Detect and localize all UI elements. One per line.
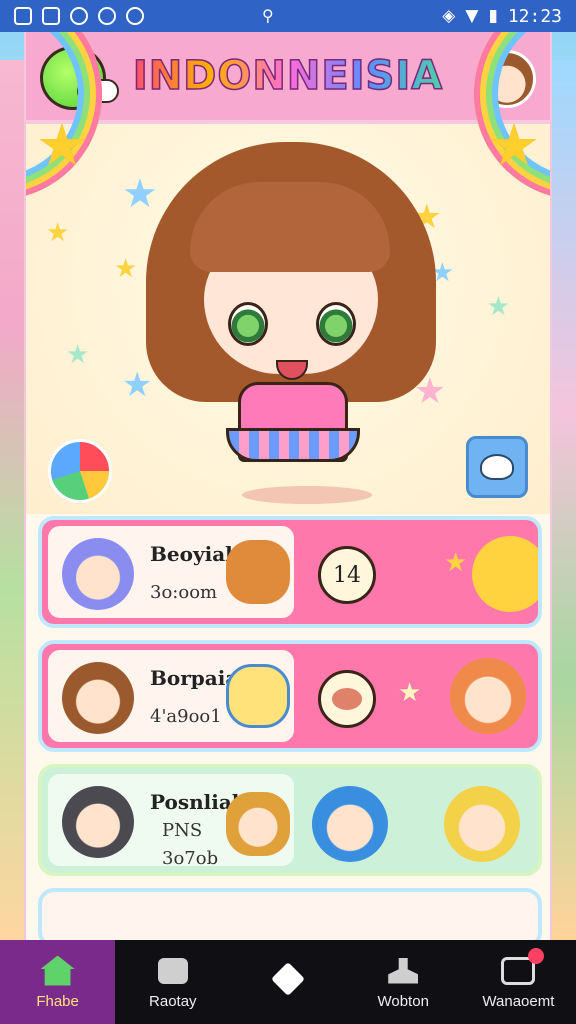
status-icons-left bbox=[14, 7, 144, 25]
card-detail: 3o7ob bbox=[162, 848, 219, 869]
box-icon bbox=[270, 962, 306, 996]
nav-label: Raotay bbox=[149, 992, 197, 1010]
notification-icon: ⚲ bbox=[262, 6, 274, 25]
star-icon: ★ bbox=[46, 218, 70, 248]
puzzle-icon bbox=[155, 955, 191, 987]
card-avatar bbox=[62, 538, 134, 610]
lamp-icon bbox=[385, 955, 421, 987]
app-title: INDONNEISIA bbox=[132, 52, 444, 100]
card-character bbox=[312, 786, 388, 862]
nav-label: Wanaoemt bbox=[482, 992, 555, 1010]
character-shadow bbox=[242, 486, 372, 504]
star-icon: ★ bbox=[36, 111, 88, 179]
list-item[interactable]: Posnlial PNS 3o7ob bbox=[38, 764, 542, 876]
signal-icon: ▼ bbox=[465, 6, 479, 26]
nav-raotay[interactable]: Raotay bbox=[115, 940, 230, 1024]
card-subtitle: 3o:oom bbox=[150, 582, 218, 603]
card-subtitle: PNS bbox=[162, 820, 203, 841]
star-icon: ★ bbox=[444, 548, 468, 578]
mascot-icon bbox=[226, 664, 290, 728]
clock-icon bbox=[70, 7, 88, 25]
card-panel: Borpaial 4'a9oo1 bbox=[48, 650, 294, 742]
character-skirt bbox=[226, 428, 360, 462]
character-bangs bbox=[190, 182, 390, 272]
bowl-icon bbox=[480, 454, 514, 480]
status-time: 12:23 bbox=[507, 5, 562, 27]
nav-wanaoemt[interactable]: Wanaoemt bbox=[461, 940, 576, 1024]
app-window: INDONNEISIA ★ ★ ★ ★ ★ ★ ★ ★ ★ ★ ★ Beoyia… bbox=[24, 32, 552, 942]
chat-button[interactable] bbox=[466, 436, 528, 498]
card-character bbox=[450, 658, 526, 734]
nav-box[interactable] bbox=[230, 940, 345, 1024]
list-item[interactable]: Borpaial 4'a9oo1 ★ bbox=[38, 640, 542, 752]
nav-home[interactable]: Fhabe bbox=[0, 940, 116, 1024]
food-badge-icon bbox=[318, 670, 376, 728]
photo-icon bbox=[42, 7, 60, 25]
card-character bbox=[226, 792, 290, 856]
nav-label: Fhabe bbox=[36, 992, 79, 1010]
character-eye-left bbox=[228, 302, 268, 346]
settings-icon bbox=[98, 7, 116, 25]
card-avatar bbox=[62, 662, 134, 734]
card-subtitle: 4'a9oo1 bbox=[150, 706, 222, 727]
notification-dot bbox=[528, 947, 545, 964]
character-eye-right bbox=[316, 302, 356, 346]
nav-label: Wobton bbox=[377, 992, 429, 1010]
star-icon: ★ bbox=[66, 340, 90, 370]
tv-icon bbox=[500, 947, 545, 987]
status-bar: ⚲ ◈ ▼ ▮ 12:23 bbox=[0, 0, 576, 32]
character-card-list: Beoyiale 3o:oom 14 ★ Borpaial 4'a9oo1 ★ bbox=[38, 516, 542, 942]
list-item[interactable]: Beoyiale 3o:oom 14 ★ bbox=[38, 516, 542, 628]
star-icon: ★ bbox=[114, 254, 138, 284]
food-icon bbox=[226, 540, 290, 604]
gallery-icon bbox=[14, 7, 32, 25]
beach-ball-icon[interactable] bbox=[48, 439, 112, 503]
main-character[interactable] bbox=[146, 142, 436, 504]
star-icon: ★ bbox=[398, 678, 422, 708]
gear-icon bbox=[126, 7, 144, 25]
card-panel: Beoyiale 3o:oom bbox=[48, 526, 294, 618]
card-panel: Posnlial PNS 3o7ob bbox=[48, 774, 294, 869]
star-icon: ★ bbox=[486, 292, 510, 322]
smiley-icon bbox=[472, 536, 538, 612]
card-avatar bbox=[62, 786, 134, 858]
bottom-nav: Fhabe Raotay Wobton Wanaoemt bbox=[0, 940, 576, 1024]
hero-scene: ★ ★ ★ ★ ★ ★ ★ ★ ★ ★ ★ bbox=[26, 116, 550, 514]
list-item[interactable] bbox=[38, 888, 542, 942]
nav-wobton[interactable]: Wobton bbox=[346, 940, 461, 1024]
wifi-icon: ◈ bbox=[442, 6, 456, 26]
star-icon: ★ bbox=[488, 111, 540, 179]
battery-icon: ▮ bbox=[488, 6, 498, 26]
count-badge: 14 bbox=[318, 546, 376, 604]
card-character bbox=[444, 786, 520, 862]
home-icon bbox=[40, 955, 76, 987]
status-icons-right: ◈ ▼ ▮ 12:23 bbox=[442, 6, 562, 27]
